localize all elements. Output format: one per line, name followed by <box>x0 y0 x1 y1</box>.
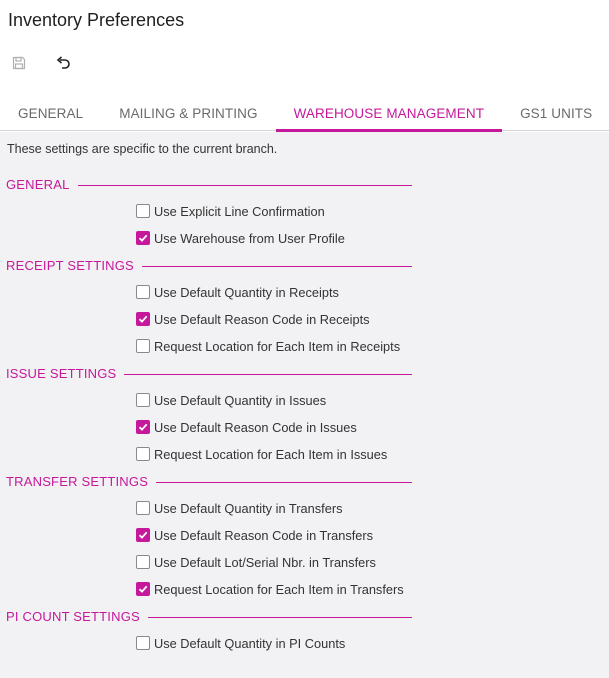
section-title: PI COUNT SETTINGS <box>6 608 140 624</box>
section-title: ISSUE SETTINGS <box>6 365 117 381</box>
checkmark-icon <box>138 531 148 539</box>
tab-bar: GENERAL MAILING & PRINTING WAREHOUSE MANAG… <box>0 96 609 132</box>
section-header: RECEIPT SETTINGS <box>6 257 412 273</box>
checkbox-row[interactable]: Use Default Lot/Serial Nbr. in Transfers <box>136 554 376 570</box>
checkbox-label[interactable]: Use Default Quantity in Issues <box>154 393 326 408</box>
checkbox-label[interactable]: Use Default Reason Code in Issues <box>154 420 357 435</box>
checkbox-label[interactable]: Use Default Quantity in Receipts <box>154 285 339 300</box>
checkbox[interactable] <box>136 555 150 569</box>
section-header: ISSUE SETTINGS <box>6 365 412 381</box>
page-title: Inventory Preferences <box>8 10 185 30</box>
checkbox-row[interactable]: Use Default Reason Code in Receipts <box>136 311 370 327</box>
checkbox-row[interactable]: Use Default Reason Code in Transfers <box>136 527 373 543</box>
checkbox-label[interactable]: Use Warehouse from User Profile <box>154 231 345 246</box>
checkbox[interactable] <box>136 636 150 650</box>
section-header: GENERAL <box>6 176 412 192</box>
tab-warehouse-management[interactable]: WAREHOUSE MANAGEMENT <box>275 96 503 132</box>
branch-note: These settings are specific to the curre… <box>7 142 278 156</box>
checkbox-label[interactable]: Use Default Quantity in PI Counts <box>154 636 345 651</box>
checkbox-row[interactable]: Use Default Quantity in Transfers <box>136 500 342 516</box>
checkbox[interactable] <box>136 231 150 245</box>
save-button[interactable] <box>8 54 30 76</box>
section-header: TRANSFER SETTINGS <box>6 473 412 489</box>
checkbox-label[interactable]: Use Default Reason Code in Transfers <box>154 528 373 543</box>
checkmark-icon <box>138 315 148 323</box>
checkbox[interactable] <box>136 420 150 434</box>
warehouse-management-panel: These settings are specific to the curre… <box>0 132 609 678</box>
section-divider <box>147 617 412 618</box>
checkbox-row[interactable]: Use Default Quantity in PI Counts <box>136 635 345 651</box>
tab-general[interactable]: GENERAL <box>0 96 101 131</box>
checkbox-row[interactable]: Use Warehouse from User Profile <box>136 230 345 246</box>
checkbox-row[interactable]: Use Default Quantity in Receipts <box>136 284 339 300</box>
checkbox-label[interactable]: Request Location for Each Item in Transf… <box>154 582 404 597</box>
checkbox[interactable] <box>136 285 150 299</box>
checkbox-row[interactable]: Request Location for Each Item in Transf… <box>136 581 404 597</box>
section-title: GENERAL <box>6 176 70 192</box>
checkbox[interactable] <box>136 312 150 326</box>
checkbox-row[interactable]: Request Location for Each Item in Receip… <box>136 338 400 354</box>
checkbox-label[interactable]: Use Default Quantity in Transfers <box>154 501 342 516</box>
checkbox-label[interactable]: Request Location for Each Item in Issues <box>154 447 387 462</box>
checkbox-label[interactable]: Use Default Reason Code in Receipts <box>154 312 370 327</box>
checkbox-row[interactable]: Use Default Quantity in Issues <box>136 392 326 408</box>
checkbox[interactable] <box>136 528 150 542</box>
tab-mailing-printing[interactable]: MAILING & PRINTING <box>101 96 275 131</box>
checkmark-icon <box>138 585 148 593</box>
tab-gs1-units[interactable]: GS1 UNITS <box>502 96 609 131</box>
checkbox-row[interactable]: Use Default Reason Code in Issues <box>136 419 357 435</box>
page-header: Inventory Preferences GENERAL MAILING & P… <box>0 0 609 132</box>
section-divider <box>77 185 412 186</box>
checkbox-label[interactable]: Use Explicit Line Confirmation <box>154 204 325 219</box>
checkbox-row[interactable]: Use Explicit Line Confirmation <box>136 203 325 219</box>
checkbox[interactable] <box>136 393 150 407</box>
section-divider <box>124 374 412 375</box>
checkbox[interactable] <box>136 582 150 596</box>
checkbox-row[interactable]: Request Location for Each Item in Issues <box>136 446 387 462</box>
section-divider <box>141 266 412 267</box>
section-header: PI COUNT SETTINGS <box>6 608 412 624</box>
checkbox-label[interactable]: Use Default Lot/Serial Nbr. in Transfers <box>154 555 376 570</box>
checkmark-icon <box>138 423 148 431</box>
save-icon <box>12 56 26 75</box>
checkbox[interactable] <box>136 501 150 515</box>
checkbox[interactable] <box>136 339 150 353</box>
section-title: RECEIPT SETTINGS <box>6 257 134 273</box>
section-divider <box>156 482 412 483</box>
undo-icon <box>55 55 71 75</box>
toolbar <box>8 54 96 76</box>
checkbox[interactable] <box>136 447 150 461</box>
section-title: TRANSFER SETTINGS <box>6 473 149 489</box>
checkmark-icon <box>138 234 148 242</box>
checkbox[interactable] <box>136 204 150 218</box>
checkbox-label[interactable]: Request Location for Each Item in Receip… <box>154 339 400 354</box>
undo-button[interactable] <box>52 54 74 76</box>
